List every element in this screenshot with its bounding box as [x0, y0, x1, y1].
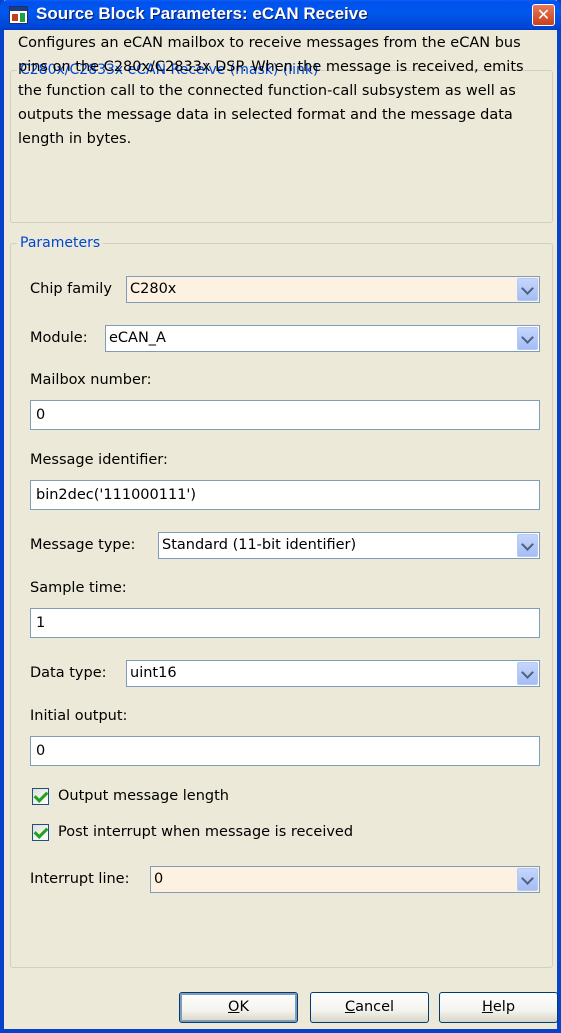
description-text: Configures an eCAN mailbox to receive me… — [18, 35, 524, 147]
chip-family-dropdown[interactable]: C280x — [126, 276, 540, 303]
cancel-mnemonic: C — [344, 999, 356, 1015]
module-dropdown[interactable]: eCAN_A — [105, 325, 540, 352]
output-message-length-label[interactable]: Output message length — [58, 788, 229, 804]
chevron-down-icon[interactable] — [517, 327, 538, 350]
ok-button[interactable]: OK — [179, 992, 298, 1023]
message-identifier-label: Message identifier: — [30, 452, 168, 468]
window-title: Source Block Parameters: eCAN Receive — [36, 4, 368, 23]
mailbox-number-input[interactable]: 0 — [30, 400, 540, 430]
cancel-label-rest: ancel — [355, 999, 395, 1015]
help-mnemonic: H — [481, 999, 493, 1015]
chevron-down-icon[interactable] — [517, 534, 538, 557]
parameters-legend: Parameters — [20, 235, 101, 251]
data-type-dropdown[interactable]: uint16 — [126, 660, 540, 687]
interrupt-line-dropdown[interactable]: 0 — [150, 866, 540, 893]
data-type-label: Data type: — [30, 665, 107, 681]
close-button[interactable]: ✕ — [532, 4, 555, 26]
initial-output-input[interactable]: 0 — [30, 736, 540, 766]
message-type-value: Standard (11-bit identifier) — [162, 537, 357, 553]
chip-family-label: Chip family — [30, 281, 112, 297]
close-icon: ✕ — [536, 5, 551, 24]
data-type-value: uint16 — [130, 665, 177, 681]
output-message-length-checkbox[interactable] — [32, 788, 49, 805]
message-type-dropdown[interactable]: Standard (11-bit identifier) — [158, 532, 540, 559]
mailbox-number-label: Mailbox number: — [30, 372, 152, 388]
post-interrupt-label[interactable]: Post interrupt when message is received — [58, 824, 353, 840]
sample-time-input[interactable]: 1 — [30, 608, 540, 638]
help-button[interactable]: Help — [439, 992, 558, 1023]
ok-label-rest: K — [239, 999, 249, 1015]
initial-output-label: Initial output: — [30, 708, 128, 724]
cancel-button[interactable]: Cancel — [310, 992, 429, 1023]
help-label-rest: elp — [492, 999, 516, 1015]
message-identifier-input[interactable]: bin2dec('111000111') — [30, 480, 540, 510]
chevron-down-icon[interactable] — [517, 868, 538, 891]
interrupt-line-value: 0 — [154, 871, 164, 887]
chevron-down-icon[interactable] — [517, 662, 538, 685]
post-interrupt-checkbox[interactable] — [32, 824, 49, 841]
sample-time-label: Sample time: — [30, 580, 127, 596]
module-value: eCAN_A — [109, 330, 166, 346]
simulink-block-icon[interactable] — [9, 6, 28, 24]
message-type-label: Message type: — [30, 537, 136, 553]
module-label: Module: — [30, 330, 88, 346]
ok-mnemonic: O — [228, 999, 240, 1015]
interrupt-line-label: Interrupt line: — [30, 871, 130, 887]
chip-family-value: C280x — [130, 281, 177, 297]
chevron-down-icon[interactable] — [517, 278, 538, 301]
dialog-window: Source Block Parameters: eCAN Receive ✕ … — [0, 0, 561, 1033]
title-bar[interactable]: Source Block Parameters: eCAN Receive ✕ — [0, 0, 561, 30]
